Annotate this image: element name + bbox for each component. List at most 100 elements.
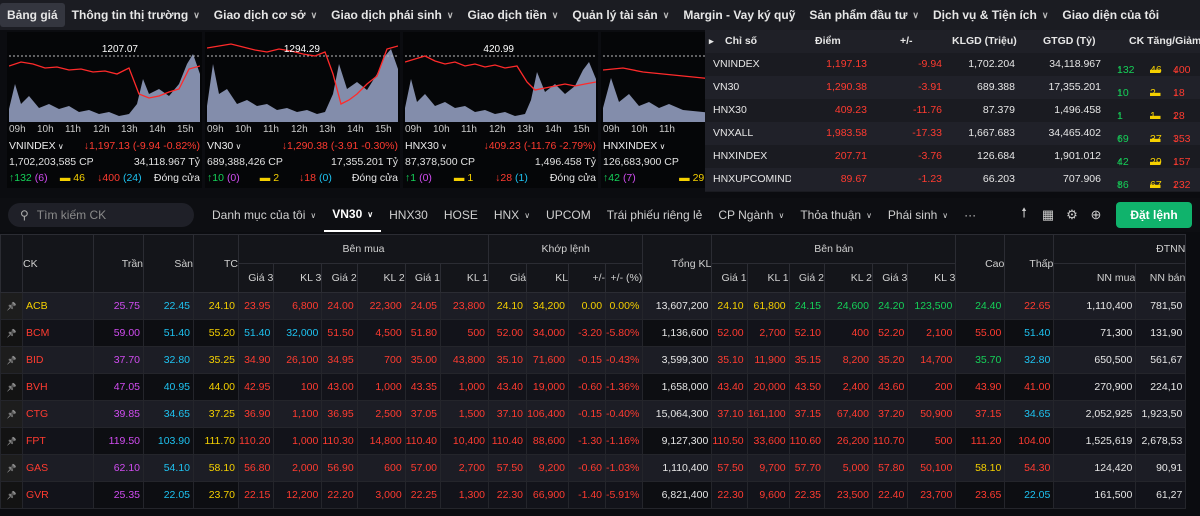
board-tab-3[interactable]: HOSE [436, 198, 486, 232]
board-tab-0[interactable]: Danh mục của tôi ∨ [204, 198, 324, 232]
index-row-vnindex[interactable]: VNINDEX 1,197.13 -9.94 1,702.204 34,118.967 ↑… [705, 53, 1200, 76]
unchanged: ▬ 46 [59, 172, 85, 184]
index-row-hnxupcomindex[interactable]: HNXUPCOMINDEX89.67-1.2366.203707.906↑ 86… [705, 168, 1200, 191]
cell-bk3: 12,200 [273, 481, 323, 509]
nav-item-5[interactable]: Quản lý tài sản ∨ [565, 0, 676, 30]
stock-row-acb[interactable]: 📌 ACB 25.75 22.45 24.10 23.95 6,800 24.00 22,300… [0, 292, 1187, 320]
nav-item-2[interactable]: Giao dịch cơ sở ∨ [207, 0, 324, 30]
board-tab-4[interactable]: HNX ∨ [486, 198, 538, 232]
excel-icon[interactable]: ▦ [1036, 207, 1060, 223]
nav-item-label: Margin - Vay ký quỹ [683, 8, 796, 22]
pin-col [0, 234, 23, 293]
cell-sk2: 400 [824, 319, 873, 347]
nav-item-7[interactable]: Sản phẩm đầu tư ∨ [802, 0, 926, 30]
stock-row-gas[interactable]: 📌 GAS 62.10 54.10 58.10 56.80 2,000 56.90 600 57.… [0, 454, 1187, 482]
cell-sk3: 50,900 [907, 400, 957, 428]
nav-item-1[interactable]: Thông tin thị trường ∨ [65, 0, 207, 30]
cell-b1: 24.05 [404, 292, 442, 320]
stock-row-ctg[interactable]: 📌 CTG 39.85 34.65 37.25 36.90 1,100 36.95 2,500 3… [0, 400, 1187, 428]
board-tab-1[interactable]: VN30 ∨ [324, 198, 382, 232]
nav-item-4[interactable]: Giao dịch tiền ∨ [460, 0, 565, 30]
cell-s3: 22.40 [871, 481, 909, 509]
cell-ck[interactable]: GVR [22, 481, 94, 509]
index-line [405, 55, 596, 91]
cell-nnb: 2,678,53 [1135, 427, 1187, 455]
board-tab-10[interactable]: ··· [956, 198, 984, 232]
cell-bk3: 32,000 [273, 319, 323, 347]
price-board: CK Trần Sàn TC Bên mua Khớp lệnh Tổng KL Bên bá… [0, 234, 1200, 516]
chevron-down-icon: ∨ [551, 9, 559, 20]
cell-ck[interactable]: ACB [22, 292, 94, 320]
board-tab-6[interactable]: Trái phiếu riêng lẻ [599, 198, 711, 232]
cell-mp: 37.10 [488, 400, 528, 428]
index-klgd: 689.388 [977, 81, 1015, 94]
nav-item-3[interactable]: Giao dịch phái sinh ∨ [324, 0, 460, 30]
cell-s2: 35.15 [788, 346, 826, 374]
board-tab-7[interactable]: CP Ngành ∨ [710, 198, 792, 232]
cell-sk2: 26,200 [824, 427, 873, 455]
pin-icon[interactable]: 📌 [0, 481, 23, 509]
mini-chart-vn30[interactable]: 1294.29 09h 10h 11h 12h 13h 14h 15h VN30 ∨ ↓1,290… [205, 32, 400, 188]
pin-icon[interactable]: 📌 [0, 319, 23, 347]
cell-nnm: 161,500 [1053, 481, 1137, 509]
cell-bk1: 23,800 [440, 292, 490, 320]
stock-row-bvh[interactable]: 📌 BVH 47.05 40.95 44.00 42.95 100 43.00 1,000 43.… [0, 373, 1187, 401]
index-row-hnx30[interactable]: HNX30 409.23 -11.76 87.379 1,496.458 ↑ 1 ▬ 1 ↓ … [705, 99, 1200, 122]
index-klgd: 66.203 [982, 173, 1015, 186]
board-tab-2[interactable]: HNX30 [381, 198, 436, 232]
index-row-hnxindex[interactable]: HNXINDEX 207.71 -3.76 126.684 1,901.012 ↑ 42 ▬… [705, 145, 1200, 168]
col-ceil: Trần [93, 234, 144, 293]
nav-item-8[interactable]: Dịch vụ & Tiện ích ∨ [926, 0, 1055, 30]
pin-icon[interactable]: 📌 [0, 346, 23, 374]
nav-item-0[interactable]: Bảng giá [0, 3, 65, 27]
board-tab-9[interactable]: Phái sinh ∨ [880, 198, 956, 232]
nav-item-9[interactable]: Giao diện của tôi [1055, 0, 1166, 30]
cell-ck[interactable]: FPT [22, 427, 94, 455]
chevron-down-icon: ∨ [657, 142, 666, 151]
stock-row-fpt[interactable]: 📌 FPT 119.50 103.90 111.70 110.20 1,000 110.30 1… [0, 427, 1187, 455]
stock-row-gvr[interactable]: 📌 GVR 25.35 22.05 23.70 22.15 12,200 22.20 3,000… [0, 481, 1187, 509]
cell-ck[interactable]: GAS [22, 454, 94, 482]
cell-total: 1,658,000 [642, 373, 713, 401]
upload-icon[interactable]: 🠕 [1012, 204, 1036, 226]
order-button[interactable]: Đặt lệnh [1116, 202, 1192, 228]
add-icon[interactable]: ⊕ [1084, 207, 1108, 223]
board-tab-5[interactable]: UPCOM [538, 198, 599, 232]
pin-icon[interactable]: 📌 [0, 427, 23, 455]
cell-s3: 110.70 [871, 427, 909, 455]
cell-ck[interactable]: BID [22, 346, 94, 374]
cell-ref: 35.25 [193, 346, 239, 374]
board-header-groups: CK Trần Sàn TC Bên mua Khớp lệnh Tổng KL Bên bá… [0, 234, 1187, 293]
pin-icon[interactable]: 📌 [0, 292, 23, 320]
toggle-icon[interactable]: ▸ [709, 36, 714, 47]
pin-icon[interactable]: 📌 [0, 373, 23, 401]
index-name: HNXINDEX ∨ [603, 140, 666, 152]
col-kl1: KL 1 [440, 263, 490, 293]
gear-icon[interactable]: ⚙ [1060, 207, 1084, 223]
search-icon: ⚲ [20, 208, 29, 222]
cell-sk3: 14,700 [907, 346, 957, 374]
time-tick: 15h [573, 124, 590, 135]
cell-chg: -0.15 [568, 400, 607, 428]
cell-ck[interactable]: BVH [22, 373, 94, 401]
pin-icon[interactable]: 📌 [0, 454, 23, 482]
cell-mp: 22.30 [488, 481, 528, 509]
pin-icon[interactable]: 📌 [0, 400, 23, 428]
cell-sk1: 61,800 [746, 292, 790, 320]
mini-chart-vnindex[interactable]: 1207.07 09h 10h 11h 12h 13h 14h 15h VNINDEX ∨ ↓1,… [7, 32, 202, 188]
cell-ck[interactable]: BCM [22, 319, 94, 347]
cell-b1: 22.25 [404, 481, 442, 509]
stock-row-bid[interactable]: 📌 BID 37.70 32.80 35.25 34.90 26,100 34.95 700 35… [0, 346, 1187, 374]
col-high: Cao [955, 234, 1006, 293]
cell-ck[interactable]: CTG [22, 400, 94, 428]
search-input[interactable]: ⚲ Tìm kiếm CK [8, 203, 194, 227]
cell-mkl: 106,400 [526, 400, 570, 428]
mini-chart-hnx30[interactable]: 420.99 09h 10h 11h 12h 13h 14h 15h HNX30 ∨ ↓409.2… [403, 32, 598, 188]
index-name: HNXUPCOMINDEX [713, 173, 791, 186]
stock-row-bcm[interactable]: 📌 BCM 59.00 51.40 55.20 51.40 32,000 51.50 4,500… [0, 319, 1187, 347]
board-tab-8[interactable]: Thỏa thuận ∨ [792, 198, 880, 232]
nav-item-6[interactable]: Margin - Vay ký quỹ [676, 0, 802, 30]
mini-chart-hnxindex[interactable]: 2109h10h11hHNXINDEX ∨↓207.71126,683,900 … [601, 32, 705, 188]
index-row-vn30[interactable]: VN30 1,290.38 -3.91 689.388 17,355.201 ↑ 10 ▬ … [705, 76, 1200, 99]
index-row-vnxall[interactable]: VNXALL 1,983.58 -17.33 1,667.683 34,465.402 ↑… [705, 122, 1200, 145]
